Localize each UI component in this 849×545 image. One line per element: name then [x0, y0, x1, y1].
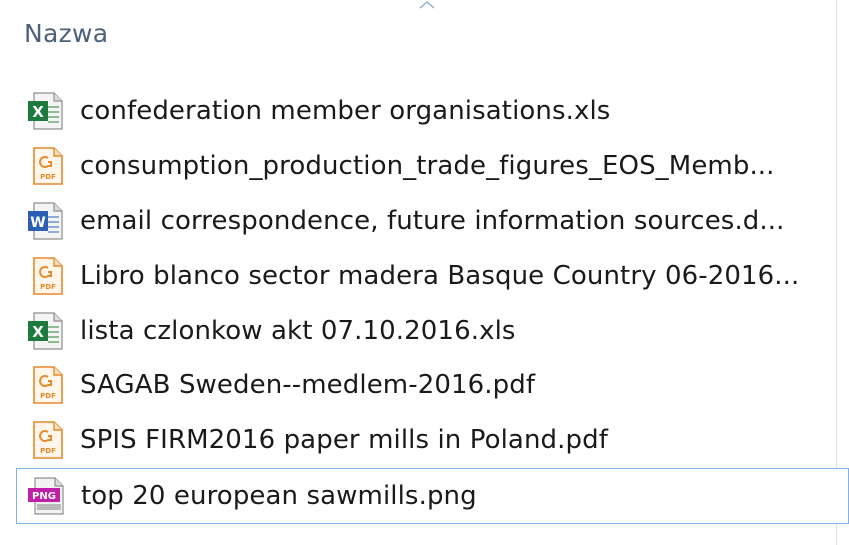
file-row[interactable]: PDF SPIS FIRM2016 paper mills in Poland.…	[0, 413, 849, 468]
file-name: lista czlonkow akt 07.10.2016.xls	[80, 315, 516, 346]
svg-text:X: X	[32, 323, 44, 341]
pdf-file-icon: PDF	[26, 420, 66, 460]
file-name: consumption_production_trade_figures_EOS…	[80, 151, 775, 182]
file-row[interactable]: PDF SAGAB Sweden--medlem-2016.pdf	[0, 358, 849, 413]
svg-text:PDF: PDF	[40, 392, 56, 400]
file-row-selected[interactable]: PNG top 20 european sawmills.png	[16, 467, 849, 524]
svg-text:PDF: PDF	[40, 447, 56, 455]
file-list: X confederation member organisations.xls…	[0, 84, 849, 524]
svg-text:W: W	[30, 215, 45, 231]
name-column-label: Nazwa	[24, 19, 109, 48]
file-list-pane: Nazwa X confederation member organisatio…	[0, 0, 849, 545]
file-row[interactable]: PDF consumption_production_trade_figures…	[0, 139, 849, 194]
pdf-file-icon: PDF	[26, 256, 66, 296]
file-row[interactable]: W email correspondence, future informati…	[0, 194, 849, 249]
svg-text:PDF: PDF	[40, 283, 56, 291]
svg-text:PNG: PNG	[32, 491, 56, 502]
excel-file-icon: X	[26, 91, 66, 131]
file-row[interactable]: X lista czlonkow akt 07.10.2016.xls	[0, 303, 849, 358]
file-name: top 20 european sawmills.png	[81, 480, 477, 511]
pdf-file-icon: PDF	[26, 365, 66, 405]
word-file-icon: W	[26, 201, 66, 241]
file-name: confederation member organisations.xls	[80, 96, 611, 127]
file-row[interactable]: X confederation member organisations.xls	[0, 84, 849, 139]
file-row[interactable]: PDF Libro blanco sector madera Basque Co…	[0, 248, 849, 303]
file-name: Libro blanco sector madera Basque Countr…	[80, 260, 800, 291]
file-name: email correspondence, future information…	[80, 205, 785, 236]
pdf-file-icon: PDF	[26, 146, 66, 186]
svg-text:X: X	[32, 103, 44, 121]
file-name: SAGAB Sweden--medlem-2016.pdf	[80, 370, 536, 401]
excel-file-icon: X	[26, 311, 66, 351]
svg-text:PDF: PDF	[40, 173, 56, 181]
file-name: SPIS FIRM2016 paper mills in Poland.pdf	[80, 425, 608, 456]
name-column-header[interactable]: Nazwa	[0, 0, 837, 66]
png-file-icon: PNG	[27, 476, 67, 516]
